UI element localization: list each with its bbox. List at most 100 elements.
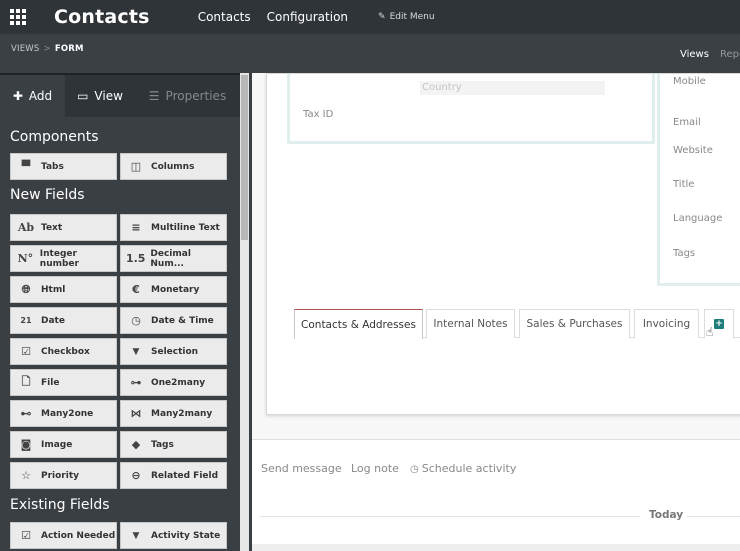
field-monetary-label: Monetary	[151, 284, 200, 295]
email-label[interactable]: Email	[673, 117, 701, 128]
one2many-icon: ⊶	[130, 376, 142, 389]
field-one2many-label: One2many	[151, 377, 206, 388]
field-text[interactable]: Ab Text	[10, 214, 117, 241]
website-label[interactable]: Website	[673, 145, 713, 156]
field-image-label: Image	[41, 439, 73, 450]
sidebar-tab-properties[interactable]: ☰ Properties	[135, 75, 240, 117]
field-many2many-label: Many2many	[151, 408, 213, 419]
existing-action-needed[interactable]: ☑ Action Needed	[10, 522, 117, 549]
field-tags-label: Tags	[151, 439, 174, 450]
breadcrumb: VIEWS > FORM	[11, 44, 84, 54]
field-tags[interactable]: ◆ Tags	[120, 431, 227, 458]
apps-menu-icon[interactable]	[0, 0, 36, 34]
contact-info-group[interactable]: Mobile Email Website Title Language Tags	[657, 74, 740, 286]
field-file[interactable]: 🗋︎ File	[10, 369, 117, 396]
component-tabs-label: Tabs	[41, 161, 64, 172]
field-monetary[interactable]: € Monetary	[120, 276, 227, 303]
globe-icon: 🌐︎	[21, 282, 31, 296]
integer-icon: N°	[17, 252, 34, 265]
log-note-button[interactable]: Log note	[351, 462, 399, 475]
top-navbar: Contacts Contacts Configuration ✎ Edit M…	[0, 0, 740, 34]
tax-id-label[interactable]: Tax ID	[303, 109, 333, 120]
field-integer[interactable]: N° Integer number	[10, 245, 117, 272]
calendar-icon: 21	[20, 316, 32, 325]
app-title[interactable]: Contacts	[54, 6, 150, 28]
field-related-label: Related Field	[151, 470, 219, 481]
field-one2many[interactable]: ⊶ One2many	[120, 369, 227, 396]
tab-contacts-addresses[interactable]: Contacts & Addresses	[294, 309, 423, 339]
sidebar-tabs: ✚ Add ▭ View ☰ Properties	[0, 75, 240, 117]
caret-down-icon: ▼	[132, 530, 140, 541]
edit-menu-label: Edit Menu	[389, 12, 435, 22]
field-checkbox[interactable]: ☑ Checkbox	[10, 338, 117, 365]
component-columns[interactable]: ◫ Columns	[120, 153, 227, 180]
menu-configuration[interactable]: Configuration	[267, 10, 348, 24]
country-field[interactable]: Country	[420, 81, 605, 95]
field-related[interactable]: ⊖ Related Field	[120, 462, 227, 489]
breadcrumb-views[interactable]: VIEWS	[11, 44, 40, 54]
tags-label[interactable]: Tags	[673, 248, 695, 259]
sidebar-tab-add[interactable]: ✚ Add	[0, 75, 65, 117]
component-columns-label: Columns	[151, 161, 195, 172]
link-icon: ⊖	[131, 469, 141, 482]
message-preview	[252, 544, 740, 551]
field-file-label: File	[41, 377, 60, 388]
field-many2many[interactable]: ⋈ Many2many	[120, 400, 227, 427]
mobile-label[interactable]: Mobile	[673, 76, 706, 87]
many2many-icon: ⋈	[130, 407, 142, 420]
studio-subbar: VIEWS>FORM Views Repo	[0, 34, 740, 73]
breadcrumb-form: FORM	[54, 44, 84, 54]
field-checkbox-label: Checkbox	[41, 346, 90, 357]
form-preview: Country Tax ID Mobile Email Website Titl…	[252, 73, 740, 551]
tab-reports[interactable]: Repo	[720, 49, 740, 60]
schedule-activity-button[interactable]: ◷ Schedule activity	[410, 462, 516, 475]
tab-internal-notes[interactable]: Internal Notes	[426, 309, 515, 338]
checkbox-icon: ☑	[21, 529, 31, 542]
section-existing-fields: Existing Fields	[10, 497, 110, 513]
multiline-icon: ≡	[131, 221, 141, 234]
tab-invoicing[interactable]: Invoicing	[634, 309, 699, 338]
sidebar-scrollbar-thumb[interactable]	[241, 75, 248, 240]
field-many2one[interactable]: ⊷ Many2one	[10, 400, 117, 427]
euro-icon: €	[132, 283, 140, 296]
today-label: Today	[649, 509, 684, 521]
menu-contacts[interactable]: Contacts	[198, 10, 251, 24]
field-decimal-label: Decimal Num...	[150, 248, 191, 269]
sidebar-tab-view[interactable]: ▭ View	[65, 75, 135, 117]
notebook-tabs: Contacts & Addresses Internal Notes Sale…	[294, 309, 740, 339]
edit-menu-link[interactable]: ✎ Edit Menu	[378, 12, 435, 22]
component-tabs[interactable]: ▀ Tabs	[10, 153, 117, 180]
pencil-icon: ✎	[378, 12, 386, 22]
list-icon: ☰	[148, 89, 160, 103]
field-datetime-label: Date & Time	[151, 315, 214, 326]
field-image[interactable]: ◙ Image	[10, 431, 117, 458]
star-icon: ☆	[21, 469, 31, 482]
field-multiline-text[interactable]: ≡ Multiline Text	[120, 214, 227, 241]
section-new-fields: New Fields	[10, 187, 85, 203]
field-date[interactable]: 21 Date	[10, 307, 117, 334]
field-date-label: Date	[41, 315, 65, 326]
tab-sales-purchases[interactable]: Sales & Purchases	[519, 309, 630, 338]
existing-activity-state-label: Activity State	[151, 530, 221, 541]
title-label[interactable]: Title	[673, 179, 694, 190]
field-decimal[interactable]: 1.5 Decimal Num...	[120, 245, 227, 272]
address-group[interactable]: Country Tax ID	[287, 74, 655, 144]
field-priority[interactable]: ☆ Priority	[10, 462, 117, 489]
field-selection-label: Selection	[151, 346, 199, 357]
field-priority-label: Priority	[41, 470, 79, 481]
language-label[interactable]: Language	[673, 213, 722, 224]
existing-activity-state[interactable]: ▼ Activity State	[120, 522, 227, 549]
columns-icon: ◫	[130, 160, 142, 173]
tab-views[interactable]: Views	[680, 49, 709, 60]
send-message-button[interactable]: Send message	[261, 462, 342, 475]
field-datetime[interactable]: ◷ Date & Time	[120, 307, 227, 334]
form-sheet: Country Tax ID Mobile Email Website Titl…	[266, 73, 740, 415]
hand-cursor-icon: ☝	[706, 325, 714, 339]
field-html[interactable]: 🌐︎ Html	[10, 276, 117, 303]
existing-fields-grid: ☑ Action Needed ▼ Activity State	[0, 517, 240, 551]
monitor-icon: ▭	[77, 89, 89, 103]
decimal-icon: 1.5	[125, 252, 146, 265]
sidebar-tab-add-label: Add	[28, 89, 53, 103]
field-selection[interactable]: ▼ Selection	[120, 338, 227, 365]
checkbox-icon: ☑	[21, 345, 31, 358]
